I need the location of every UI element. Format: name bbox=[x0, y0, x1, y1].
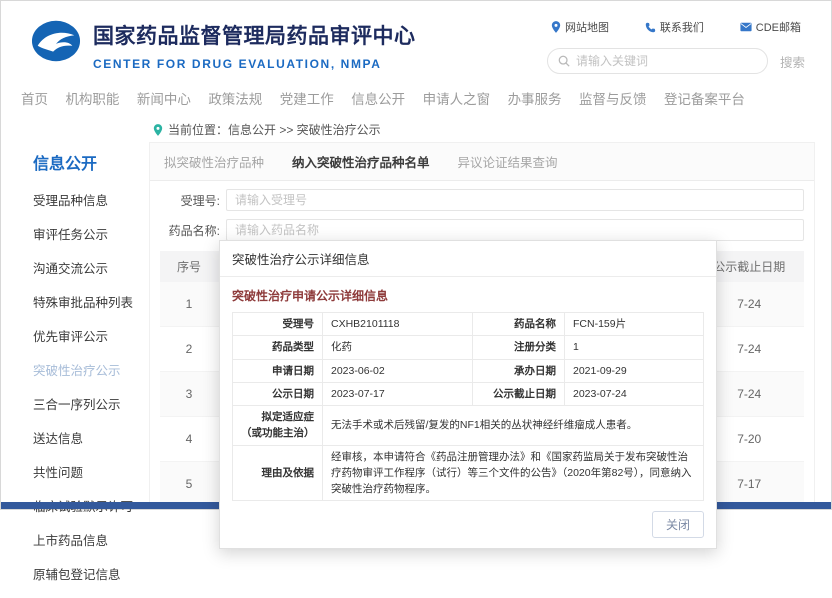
modal-section-title: 突破性治疗申请公示详细信息 bbox=[232, 287, 704, 304]
cde-portal-page: { "theme": { "primary_blue": "#1b6ac2", … bbox=[0, 0, 832, 510]
breadcrumb: 当前位置：信息公开 >> 突破性治疗公示 bbox=[1, 116, 831, 142]
detail-row-indication: 拟定适应症（或功能主治） 无法手术或术后残留/复发的NF1相关的丛状神经纤维瘤成… bbox=[233, 406, 704, 446]
sidebar-item-marketed-drugs[interactable]: 上市药品信息 bbox=[33, 530, 149, 549]
detail-row: 公示日期 2023-07-17 公示截止日期 2023-07-24 bbox=[233, 382, 704, 405]
tabs: 拟突破性治疗品种 纳入突破性治疗品种名单 异议论证结果查询 bbox=[150, 143, 814, 181]
indication-value: 无法手术或术后残留/复发的NF1相关的丛状神经纤维瘤成人患者。 bbox=[323, 406, 704, 446]
map-pin-icon bbox=[551, 21, 561, 33]
nav-item-supervision-feedback[interactable]: 监督与反馈 bbox=[579, 88, 647, 108]
drug-name-label: 药品名称: bbox=[160, 222, 226, 239]
drug-name-row: 药品名称: bbox=[160, 219, 804, 241]
row-seq: 1 bbox=[160, 282, 218, 326]
acceptance-no-detail-value: CXHB2101118 bbox=[323, 313, 473, 336]
search-input[interactable] bbox=[576, 54, 757, 68]
phone-icon bbox=[645, 22, 656, 33]
undertake-date-value: 2021-09-29 bbox=[565, 359, 704, 382]
search-button[interactable]: 搜索 bbox=[780, 52, 805, 71]
publicity-date-label: 公示日期 bbox=[233, 382, 323, 405]
indication-label: 拟定适应症（或功能主治） bbox=[233, 406, 323, 446]
nav-item-registration-platform[interactable]: 登记备案平台 bbox=[664, 88, 745, 108]
sidebar-item-accepted-products[interactable]: 受理品种信息 bbox=[33, 190, 149, 209]
link-mailbox-label: CDE邮箱 bbox=[756, 19, 801, 35]
acceptance-no-detail-label: 受理号 bbox=[233, 313, 323, 336]
breadcrumb-path: 当前位置：信息公开 >> 突破性治疗公示 bbox=[168, 121, 381, 138]
sidebar-item-breakthrough-therapy[interactable]: 突破性治疗公示 bbox=[33, 360, 149, 379]
modal-body: 突破性治疗申请公示详细信息 受理号 CXHB2101118 药品名称 FCN-1… bbox=[220, 277, 716, 503]
modal-footer: 关闭 bbox=[220, 503, 716, 548]
deadline-value: 2023-07-24 bbox=[565, 382, 704, 405]
sidebar-item-excipients-registration[interactable]: 原辅包登记信息 bbox=[33, 564, 149, 583]
link-contact[interactable]: 联系我们 bbox=[645, 19, 704, 35]
row-seq: 2 bbox=[160, 327, 218, 371]
header-right: 网站地图 联系我们 CDE邮箱 搜索 bbox=[547, 19, 805, 74]
acceptance-no-input[interactable] bbox=[226, 189, 804, 211]
quick-links: 网站地图 联系我们 CDE邮箱 bbox=[547, 19, 805, 35]
nav-item-services[interactable]: 办事服务 bbox=[508, 88, 562, 108]
location-pin-icon bbox=[153, 124, 163, 136]
sidebar-item-delivery-info[interactable]: 送达信息 bbox=[33, 428, 149, 447]
drug-name-detail-value: FCN-159片 bbox=[565, 313, 704, 336]
detail-table: 受理号 CXHB2101118 药品名称 FCN-159片 药品类型 化药 注册… bbox=[232, 312, 704, 501]
bt-detail-modal: 突破性治疗公示详细信息 突破性治疗申请公示详细信息 受理号 CXHB210111… bbox=[219, 240, 717, 549]
row-seq: 4 bbox=[160, 417, 218, 461]
org-title-block: 国家药品监督管理局药品审评中心 CENTER FOR DRUG EVALUATI… bbox=[93, 19, 416, 71]
nav-item-home[interactable]: 首页 bbox=[21, 88, 48, 108]
deadline-label: 公示截止日期 bbox=[473, 382, 565, 405]
publicity-date-value: 2023-07-17 bbox=[323, 382, 473, 405]
nav-item-policies[interactable]: 政策法规 bbox=[208, 88, 262, 108]
search-box bbox=[547, 48, 768, 74]
sidebar-item-three-in-one[interactable]: 三合一序列公示 bbox=[33, 394, 149, 413]
link-sitemap[interactable]: 网站地图 bbox=[551, 19, 609, 35]
org-title-en: CENTER FOR DRUG EVALUATION, NMPA bbox=[93, 57, 416, 71]
link-sitemap-label: 网站地图 bbox=[565, 19, 609, 35]
modal-title: 突破性治疗公示详细信息 bbox=[220, 241, 716, 277]
nav-item-news-center[interactable]: 新闻中心 bbox=[137, 88, 191, 108]
nav-item-applicant-window[interactable]: 申请人之窗 bbox=[423, 88, 491, 108]
basis-label: 理由及依据 bbox=[233, 445, 323, 501]
detail-row: 受理号 CXHB2101118 药品名称 FCN-159片 bbox=[233, 313, 704, 336]
registration-class-label: 注册分类 bbox=[473, 336, 565, 359]
column-header-seq: 序号 bbox=[160, 251, 218, 282]
tab-included-bt-list[interactable]: 纳入突破性治疗品种名单 bbox=[292, 152, 430, 171]
undertake-date-label: 承办日期 bbox=[473, 359, 565, 382]
sidebar: 信息公开 受理品种信息 审评任务公示 沟通交流公示 特殊审批品种列表 优先审评公… bbox=[17, 142, 149, 598]
detail-row: 申请日期 2023-06-02 承办日期 2021-09-29 bbox=[233, 359, 704, 382]
registration-class-value: 1 bbox=[565, 336, 704, 359]
row-seq: 5 bbox=[160, 462, 218, 506]
drug-name-input[interactable] bbox=[226, 219, 804, 241]
acceptance-no-label: 受理号: bbox=[160, 192, 226, 209]
nav-item-org-functions[interactable]: 机构职能 bbox=[65, 88, 119, 108]
acceptance-no-row: 受理号: bbox=[160, 189, 804, 211]
link-contact-label: 联系我们 bbox=[660, 19, 704, 35]
detail-row: 药品类型 化药 注册分类 1 bbox=[233, 336, 704, 359]
cde-logo-icon bbox=[31, 19, 81, 63]
tab-proposed-bt[interactable]: 拟突破性治疗品种 bbox=[164, 152, 264, 171]
sidebar-item-review-tasks[interactable]: 审评任务公示 bbox=[33, 224, 149, 243]
detail-row-basis: 理由及依据 经审核，本申请符合《药品注册管理办法》和《国家药监局关于发布突破性治… bbox=[233, 445, 704, 501]
sidebar-item-communication[interactable]: 沟通交流公示 bbox=[33, 258, 149, 277]
nav-item-info-disclosure[interactable]: 信息公开 bbox=[351, 88, 405, 108]
sidebar-item-special-approval[interactable]: 特殊审批品种列表 bbox=[33, 292, 149, 311]
close-button[interactable]: 关闭 bbox=[652, 511, 704, 538]
cde-logo[interactable] bbox=[31, 19, 81, 63]
drug-name-detail-label: 药品名称 bbox=[473, 313, 565, 336]
search-row: 搜索 bbox=[547, 48, 805, 74]
sidebar-item-common-issues[interactable]: 共性问题 bbox=[33, 462, 149, 481]
main-nav: 首页 机构职能 新闻中心 政策法规 党建工作 信息公开 申请人之窗 办事服务 监… bbox=[1, 80, 831, 116]
apply-date-value: 2023-06-02 bbox=[323, 359, 473, 382]
drug-type-label: 药品类型 bbox=[233, 336, 323, 359]
sidebar-item-priority-review[interactable]: 优先审评公示 bbox=[33, 326, 149, 345]
sidebar-title: 信息公开 bbox=[33, 150, 149, 174]
drug-type-value: 化药 bbox=[323, 336, 473, 359]
link-mailbox[interactable]: CDE邮箱 bbox=[740, 19, 801, 35]
nav-item-party-building[interactable]: 党建工作 bbox=[280, 88, 334, 108]
site-header: 国家药品监督管理局药品审评中心 CENTER FOR DRUG EVALUATI… bbox=[1, 1, 831, 80]
apply-date-label: 申请日期 bbox=[233, 359, 323, 382]
search-icon bbox=[558, 55, 570, 67]
basis-value: 经审核，本申请符合《药品注册管理办法》和《国家药监局关于发布突破性治疗药物审评工… bbox=[323, 445, 704, 501]
org-title-cn: 国家药品监督管理局药品审评中心 bbox=[93, 20, 416, 50]
row-seq: 3 bbox=[160, 372, 218, 416]
tab-objection-query[interactable]: 异议论证结果查询 bbox=[458, 152, 558, 171]
mail-icon bbox=[740, 22, 752, 32]
